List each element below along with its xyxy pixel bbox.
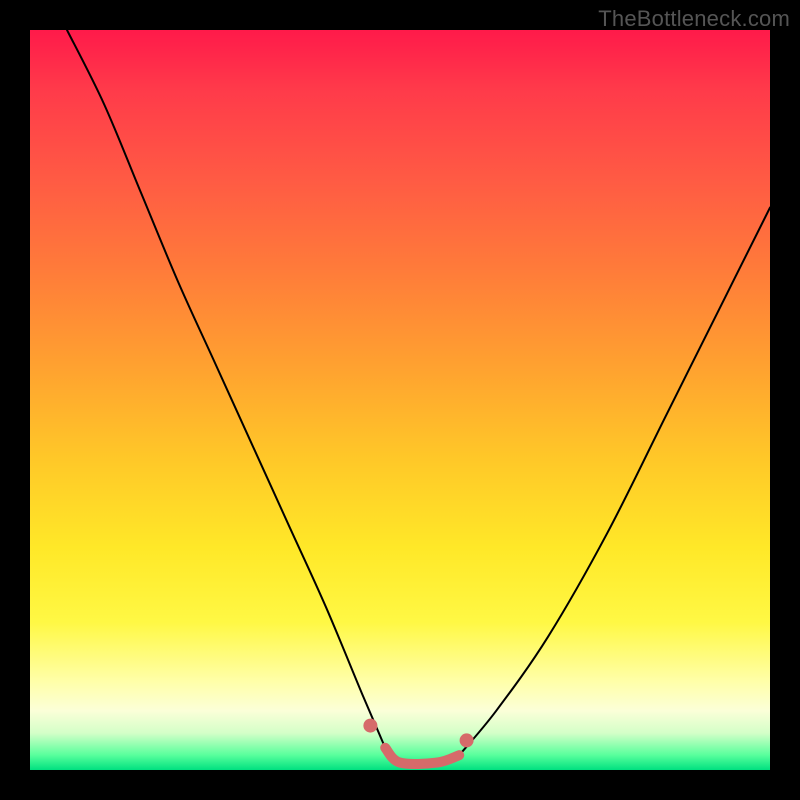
left-marker xyxy=(363,719,377,733)
watermark-text: TheBottleneck.com xyxy=(598,6,790,32)
mid-marker-1 xyxy=(395,758,405,768)
right-curve xyxy=(385,208,770,764)
mid-marker-2 xyxy=(432,758,442,768)
right-marker xyxy=(460,733,474,747)
plot-area xyxy=(30,30,770,770)
chart-frame: TheBottleneck.com xyxy=(0,0,800,800)
left-curve xyxy=(67,30,459,764)
curve-layer xyxy=(30,30,770,770)
